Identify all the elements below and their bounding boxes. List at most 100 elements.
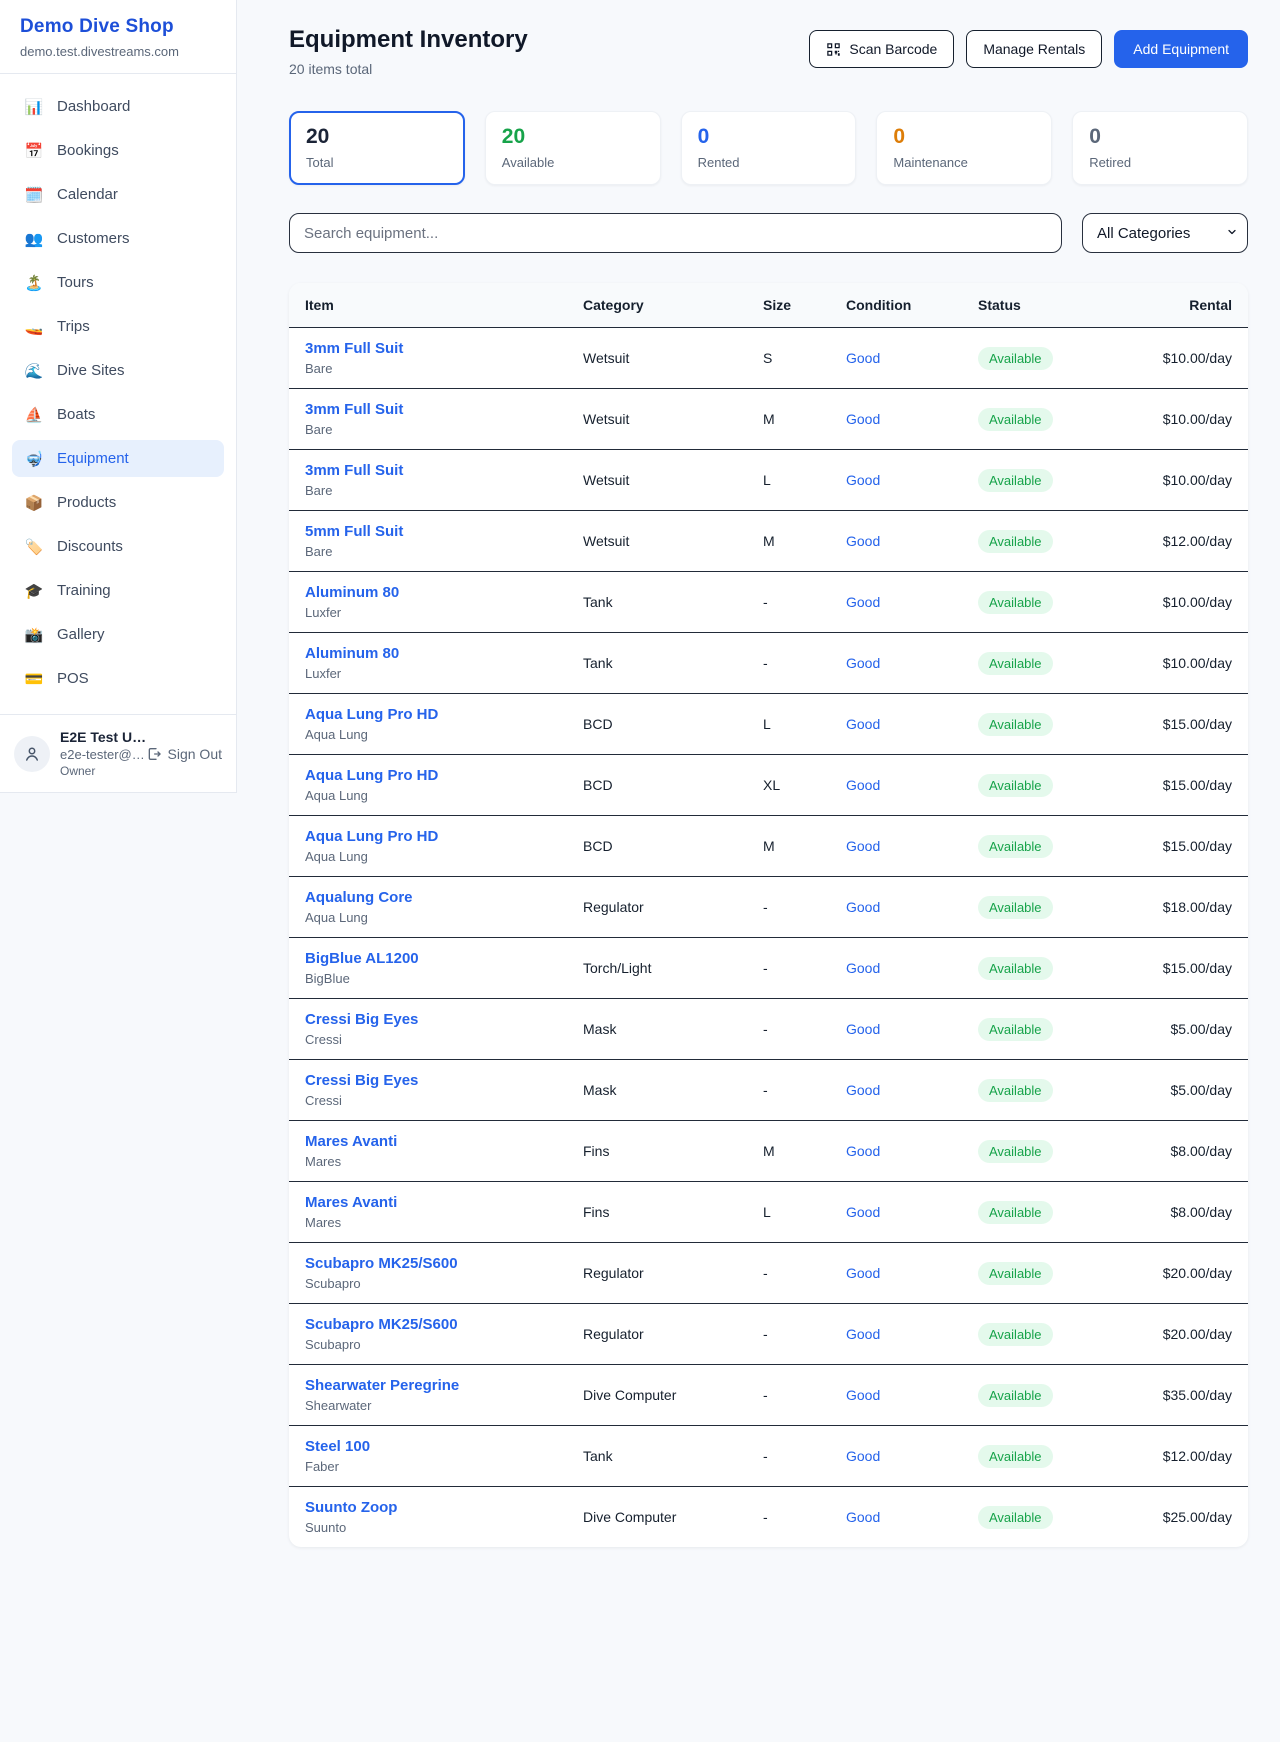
item-size: - (747, 1304, 830, 1365)
item-condition-link[interactable]: Good (830, 1487, 962, 1548)
item-condition-link[interactable]: Good (830, 1426, 962, 1487)
spiral-calendar-icon: 🗓️ (24, 186, 44, 204)
status-badge: Available (978, 530, 1053, 553)
item-name-link[interactable]: Scubapro MK25/S600 (305, 1316, 551, 1333)
item-condition-link[interactable]: Good (830, 816, 962, 877)
item-rental: $10.00/day (1128, 328, 1248, 389)
item-category: Regulator (567, 1304, 747, 1365)
island-icon: 🏝️ (24, 274, 44, 292)
item-name-link[interactable]: Mares Avanti (305, 1133, 551, 1150)
stat-card[interactable]: 20 Total (289, 111, 465, 185)
sidebar-item-equipment[interactable]: 🤿 Equipment (12, 440, 224, 477)
item-condition-link[interactable]: Good (830, 755, 962, 816)
status-badge: Available (978, 1140, 1053, 1163)
sidebar-item-boats[interactable]: ⛵ Boats (12, 396, 224, 433)
shop-logo[interactable]: Demo Dive Shop (20, 16, 216, 38)
item-name-link[interactable]: Steel 100 (305, 1438, 551, 1455)
status-badge: Available (978, 1262, 1053, 1285)
item-name-link[interactable]: Aluminum 80 (305, 584, 551, 601)
item-name-link[interactable]: Aqualung Core (305, 889, 551, 906)
item-rental: $35.00/day (1128, 1365, 1248, 1426)
item-condition-link[interactable]: Good (830, 1060, 962, 1121)
stat-label: Maintenance (893, 155, 1035, 170)
item-category: Tank (567, 572, 747, 633)
sidebar-item-tours[interactable]: 🏝️ Tours (12, 264, 224, 301)
sidebar-item-label: Boats (57, 406, 95, 423)
category-select[interactable]: All Categories (1082, 213, 1248, 253)
item-condition-link[interactable]: Good (830, 1121, 962, 1182)
stat-card[interactable]: 0 Maintenance (876, 111, 1052, 185)
stat-label: Available (502, 155, 644, 170)
item-name-link[interactable]: 3mm Full Suit (305, 340, 551, 357)
sidebar-item-training[interactable]: 🎓 Training (12, 572, 224, 609)
sidebar-item-calendar[interactable]: 🗓️ Calendar (12, 176, 224, 213)
item-name-link[interactable]: Mares Avanti (305, 1194, 551, 1211)
item-condition-link[interactable]: Good (830, 633, 962, 694)
item-condition-link[interactable]: Good (830, 511, 962, 572)
item-condition-link[interactable]: Good (830, 877, 962, 938)
item-condition-link[interactable]: Good (830, 938, 962, 999)
bar-chart-icon: 📊 (24, 98, 44, 116)
stat-card[interactable]: 0 Retired (1072, 111, 1248, 185)
item-condition-link[interactable]: Good (830, 1243, 962, 1304)
item-size: M (747, 816, 830, 877)
sidebar-item-discounts[interactable]: 🏷️ Discounts (12, 528, 224, 565)
sidebar-item-customers[interactable]: 👥 Customers (12, 220, 224, 257)
item-name-link[interactable]: 3mm Full Suit (305, 401, 551, 418)
sailboat-icon: ⛵ (24, 406, 44, 424)
scan-barcode-button[interactable]: Scan Barcode (809, 30, 954, 68)
item-name-link[interactable]: 5mm Full Suit (305, 523, 551, 540)
item-name-link[interactable]: BigBlue AL1200 (305, 950, 551, 967)
item-condition-link[interactable]: Good (830, 450, 962, 511)
table-row: 3mm Full Suit Bare Wetsuit M Good Availa… (289, 389, 1248, 450)
item-category: Wetsuit (567, 511, 747, 572)
item-condition-link[interactable]: Good (830, 999, 962, 1060)
item-name-link[interactable]: Shearwater Peregrine (305, 1377, 551, 1394)
item-name-link[interactable]: Cressi Big Eyes (305, 1072, 551, 1089)
item-name-link[interactable]: Aqua Lung Pro HD (305, 706, 551, 723)
stat-value: 0 (893, 125, 1035, 149)
item-name-link[interactable]: 3mm Full Suit (305, 462, 551, 479)
sidebar-item-label: Calendar (57, 186, 118, 203)
item-name-link[interactable]: Aqua Lung Pro HD (305, 767, 551, 784)
item-brand: Aqua Lung (305, 849, 551, 864)
search-input[interactable] (289, 213, 1062, 253)
item-condition-link[interactable]: Good (830, 389, 962, 450)
sidebar-item-products[interactable]: 📦 Products (12, 484, 224, 521)
item-condition-link[interactable]: Good (830, 328, 962, 389)
status-badge: Available (978, 1445, 1053, 1468)
item-rental: $10.00/day (1128, 572, 1248, 633)
item-condition-link[interactable]: Good (830, 1365, 962, 1426)
sidebar-item-dashboard[interactable]: 📊 Dashboard (12, 88, 224, 125)
camera-icon: 📸 (24, 626, 44, 644)
manage-rentals-button[interactable]: Manage Rentals (966, 30, 1102, 68)
tag-icon: 🏷️ (24, 538, 44, 556)
item-name-link[interactable]: Suunto Zoop (305, 1499, 551, 1516)
item-name-link[interactable]: Scubapro MK25/S600 (305, 1255, 551, 1272)
equipment-table: Item Category Size Condition Status Rent… (289, 283, 1248, 1547)
table-row: Aqua Lung Pro HD Aqua Lung BCD L Good Av… (289, 694, 1248, 755)
item-brand: Bare (305, 544, 551, 559)
logout-icon (146, 746, 162, 762)
item-brand: Aqua Lung (305, 910, 551, 925)
sign-out-button[interactable]: Sign Out (146, 746, 222, 762)
sidebar-item-dive-sites[interactable]: 🌊 Dive Sites (12, 352, 224, 389)
item-name-link[interactable]: Aqua Lung Pro HD (305, 828, 551, 845)
stat-label: Rented (698, 155, 840, 170)
item-rental: $15.00/day (1128, 816, 1248, 877)
item-name-link[interactable]: Cressi Big Eyes (305, 1011, 551, 1028)
item-condition-link[interactable]: Good (830, 572, 962, 633)
item-condition-link[interactable]: Good (830, 694, 962, 755)
stat-card[interactable]: 20 Available (485, 111, 661, 185)
logo-block: Demo Dive Shop demo.test.divestreams.com (0, 0, 236, 73)
item-name-link[interactable]: Aluminum 80 (305, 645, 551, 662)
item-condition-link[interactable]: Good (830, 1304, 962, 1365)
sidebar-item-gallery[interactable]: 📸 Gallery (12, 616, 224, 653)
people-icon: 👥 (24, 230, 44, 248)
add-equipment-button[interactable]: Add Equipment (1114, 30, 1248, 68)
sidebar-item-bookings[interactable]: 📅 Bookings (12, 132, 224, 169)
item-condition-link[interactable]: Good (830, 1182, 962, 1243)
sidebar-item-trips[interactable]: 🚤 Trips (12, 308, 224, 345)
sidebar-item-pos[interactable]: 💳 POS (12, 660, 224, 697)
stat-card[interactable]: 0 Rented (681, 111, 857, 185)
